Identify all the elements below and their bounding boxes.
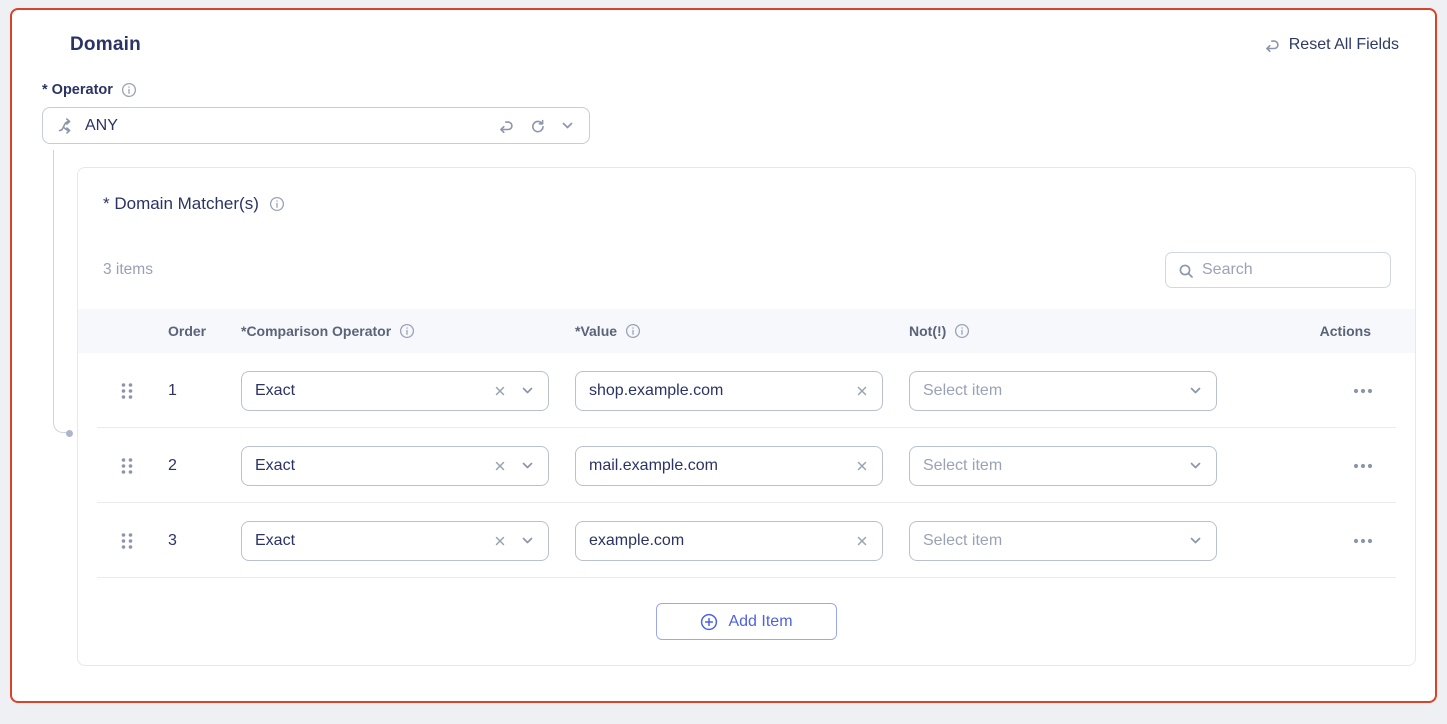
clear-icon[interactable] bbox=[493, 384, 507, 398]
operator-select-value: ANY bbox=[85, 117, 118, 135]
value-input-wrap bbox=[575, 446, 883, 486]
chevron-down-icon[interactable] bbox=[1188, 533, 1203, 548]
operator-label: * Operator bbox=[42, 82, 1405, 98]
ellipsis-icon bbox=[1353, 537, 1373, 545]
refresh-icon bbox=[529, 118, 545, 134]
ellipsis-icon bbox=[1353, 387, 1373, 395]
info-icon[interactable] bbox=[625, 323, 641, 339]
search-icon bbox=[1178, 263, 1193, 278]
table-row: 3 Exact Select item bbox=[78, 503, 1415, 578]
domain-panel: Domain Reset All Fields * Operator ANY *… bbox=[10, 8, 1437, 703]
column-header-order: Order bbox=[78, 323, 241, 339]
info-icon[interactable] bbox=[399, 323, 415, 339]
add-item-label: Add Item bbox=[728, 613, 792, 631]
drag-handle[interactable] bbox=[120, 532, 134, 550]
ellipsis-icon bbox=[1353, 462, 1373, 470]
reset-all-fields-label: Reset All Fields bbox=[1289, 36, 1399, 54]
operator-label-text: * Operator bbox=[42, 82, 113, 98]
clear-icon[interactable] bbox=[855, 534, 869, 548]
row-order: 3 bbox=[168, 532, 177, 550]
search-box[interactable] bbox=[1165, 252, 1391, 288]
not-select[interactable]: Select item bbox=[909, 371, 1217, 411]
comparison-operator-select[interactable]: Exact bbox=[241, 521, 549, 561]
table-footer: Add Item bbox=[78, 578, 1415, 665]
branch-icon bbox=[57, 117, 75, 135]
info-icon[interactable] bbox=[954, 323, 970, 339]
clear-icon[interactable] bbox=[493, 459, 507, 473]
drag-handle-icon bbox=[120, 532, 134, 550]
table-row: 1 Exact Select item bbox=[78, 353, 1415, 428]
table-header-row: Order *Comparison Operator *Value Not(!)… bbox=[78, 309, 1415, 353]
not-select[interactable]: Select item bbox=[909, 521, 1217, 561]
chevron-down-icon[interactable] bbox=[1188, 458, 1203, 473]
reset-all-fields-button[interactable]: Reset All Fields bbox=[1264, 36, 1399, 54]
row-actions-button[interactable] bbox=[1349, 383, 1377, 399]
undo-icon bbox=[1264, 37, 1280, 53]
drag-handle[interactable] bbox=[120, 382, 134, 400]
domain-matchers-title: * Domain Matcher(s) bbox=[78, 168, 1415, 214]
value-input[interactable] bbox=[589, 457, 855, 475]
undo-icon bbox=[498, 118, 514, 134]
operator-select[interactable]: ANY bbox=[42, 107, 590, 144]
chevron-down-icon[interactable] bbox=[520, 533, 535, 548]
info-icon[interactable] bbox=[121, 82, 137, 98]
comparison-operator-select[interactable]: Exact bbox=[241, 371, 549, 411]
table-row: 2 Exact Select item bbox=[78, 428, 1415, 503]
page-title: Domain bbox=[70, 34, 141, 56]
row-order: 1 bbox=[168, 382, 177, 400]
info-icon[interactable] bbox=[269, 196, 285, 212]
chevron-down-icon[interactable] bbox=[520, 458, 535, 473]
chevron-down-icon[interactable] bbox=[1188, 383, 1203, 398]
chevron-down-icon[interactable] bbox=[520, 383, 535, 398]
not-select[interactable]: Select item bbox=[909, 446, 1217, 486]
row-actions-button[interactable] bbox=[1349, 533, 1377, 549]
clear-icon[interactable] bbox=[493, 534, 507, 548]
row-order: 2 bbox=[168, 457, 177, 475]
operator-refresh-button[interactable] bbox=[529, 118, 545, 134]
drag-handle[interactable] bbox=[120, 457, 134, 475]
drag-handle-icon bbox=[120, 382, 134, 400]
tree-connector-line bbox=[53, 150, 67, 433]
items-count: 3 items bbox=[103, 261, 153, 279]
clear-icon[interactable] bbox=[855, 384, 869, 398]
add-item-button[interactable]: Add Item bbox=[656, 603, 837, 640]
domain-matchers-title-text: * Domain Matcher(s) bbox=[103, 194, 259, 214]
comparison-operator-select[interactable]: Exact bbox=[241, 446, 549, 486]
domain-matchers-card: * Domain Matcher(s) 3 items Order *Compa… bbox=[77, 167, 1416, 666]
search-input[interactable] bbox=[1202, 261, 1378, 279]
column-header-actions: Actions bbox=[1243, 323, 1415, 339]
row-actions-button[interactable] bbox=[1349, 458, 1377, 474]
value-input[interactable] bbox=[589, 532, 855, 550]
table-toolbar: 3 items bbox=[78, 252, 1415, 288]
panel-header: Domain Reset All Fields bbox=[42, 34, 1405, 56]
value-input[interactable] bbox=[589, 382, 855, 400]
drag-handle-icon bbox=[120, 457, 134, 475]
value-input-wrap bbox=[575, 371, 883, 411]
column-header-comparison: *Comparison Operator bbox=[241, 323, 575, 339]
circled-plus-icon bbox=[700, 613, 718, 631]
value-input-wrap bbox=[575, 521, 883, 561]
column-header-not: Not(!) bbox=[909, 323, 1243, 339]
column-header-value: *Value bbox=[575, 323, 909, 339]
clear-icon[interactable] bbox=[855, 459, 869, 473]
operator-undo-button[interactable] bbox=[498, 118, 514, 134]
chevron-down-icon[interactable] bbox=[560, 118, 575, 133]
